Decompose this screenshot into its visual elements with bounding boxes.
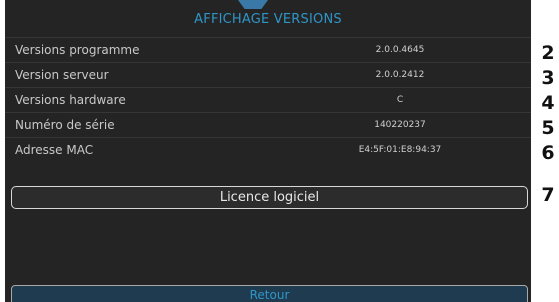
info-row-mac-address: Adresse MAC E4:5F:01:E8:94:37 — [5, 137, 531, 162]
callout-2: 2 — [541, 42, 555, 64]
server-version-label: Version serveur — [15, 68, 109, 82]
program-version-value: 2.0.0.4645 — [375, 45, 425, 55]
server-version-value: 2.0.0.2412 — [375, 70, 425, 80]
callout-7: 7 — [541, 184, 555, 206]
hardware-version-value: C — [396, 95, 404, 105]
serial-number-value: 140220237 — [374, 120, 426, 130]
licence-button[interactable]: Licence logiciel — [11, 186, 528, 209]
mac-address-label: Adresse MAC — [15, 143, 94, 157]
callout-4: 4 — [541, 92, 555, 114]
top-tab-indicator — [238, 0, 268, 9]
callout-5: 5 — [541, 117, 555, 139]
program-version-label: Versions programme — [15, 43, 140, 57]
back-button[interactable]: Retour — [11, 285, 528, 302]
info-row-program-version: Versions programme 2.0.0.4645 — [5, 37, 531, 62]
page-title: AFFICHAGE VERSIONS — [194, 12, 342, 27]
versions-screen: AFFICHAGE VERSIONS Versions programme 2.… — [5, 0, 531, 302]
mac-address-value: E4:5F:01:E8:94:37 — [358, 145, 442, 155]
callout-3: 3 — [541, 67, 555, 89]
info-row-serial-number: Numéro de série 140220237 — [5, 112, 531, 137]
info-row-server-version: Version serveur 2.0.0.2412 — [5, 62, 531, 87]
callout-6: 6 — [541, 142, 555, 164]
hardware-version-label: Versions hardware — [15, 93, 126, 107]
serial-number-label: Numéro de série — [15, 118, 115, 132]
info-row-hardware-version: Versions hardware C — [5, 87, 531, 112]
